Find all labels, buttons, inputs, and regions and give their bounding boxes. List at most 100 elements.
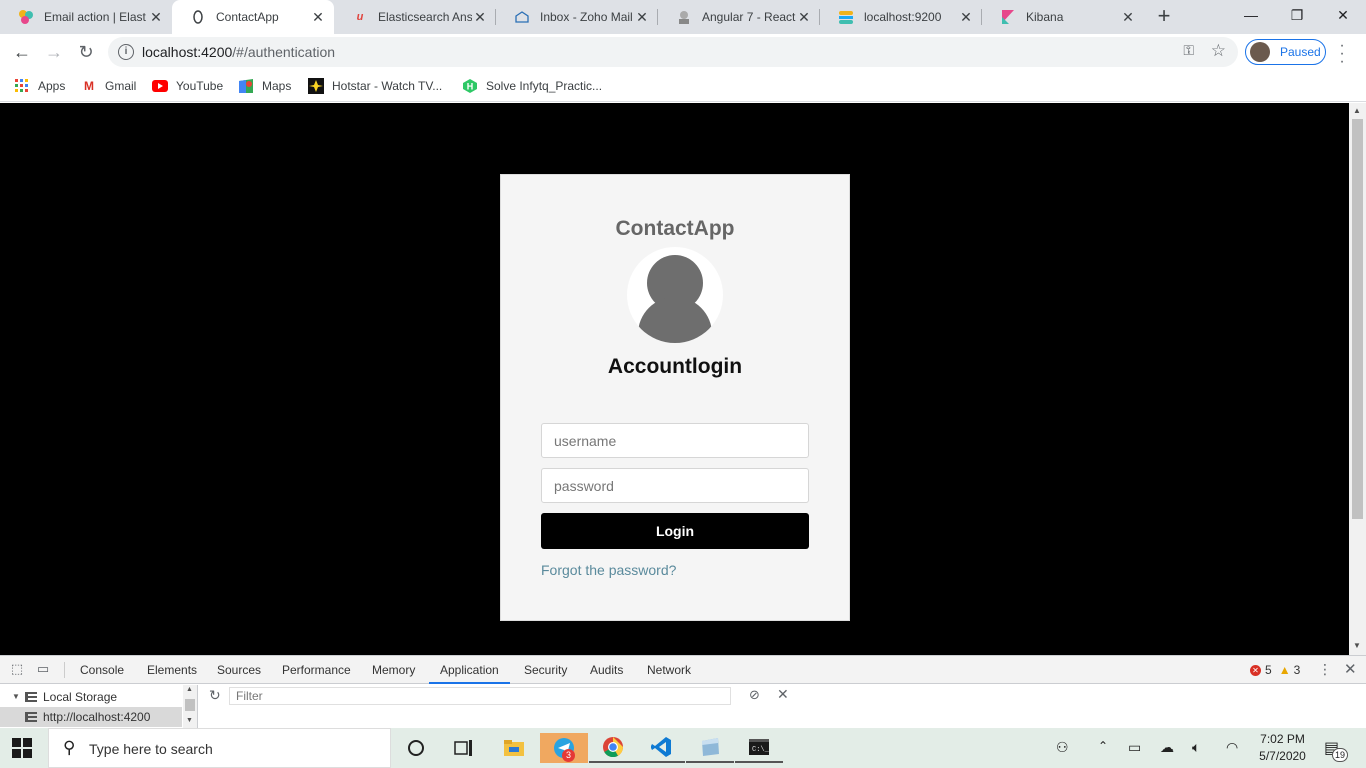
bookmark-gmail[interactable]: M Gmail: [81, 76, 136, 96]
devtools-tab-sources[interactable]: Sources: [217, 656, 261, 684]
task-view-icon[interactable]: [440, 733, 488, 763]
devtools-tab-audits[interactable]: Audits: [590, 656, 623, 684]
device-toggle-icon[interactable]: ▭: [34, 661, 52, 679]
gmail-icon: M: [84, 79, 94, 93]
udemy-icon: u: [356, 11, 364, 23]
tab-angular-reactive[interactable]: Angular 7 - Reactiv ✕: [658, 0, 820, 34]
file-explorer-icon[interactable]: [490, 733, 538, 763]
refresh-icon[interactable]: ↻: [209, 687, 221, 704]
warning-count: 3: [1293, 663, 1301, 677]
bookmark-apps[interactable]: Apps: [14, 76, 65, 96]
star-icon[interactable]: ☆: [1211, 41, 1226, 61]
close-icon[interactable]: ✕: [1120, 9, 1136, 25]
onedrive-icon[interactable]: ☁: [1160, 739, 1174, 756]
chrome-icon[interactable]: [589, 733, 637, 763]
profile-button[interactable]: Paused: [1245, 39, 1326, 65]
close-window-button[interactable]: ✕: [1320, 0, 1366, 30]
reload-button[interactable]: ↻: [72, 38, 100, 66]
application-sidebar: ▼ Local Storage http://localhost:4200 ▲ …: [0, 685, 198, 729]
taskbar-search[interactable]: ⚲ Type here to search: [48, 728, 391, 768]
url-text[interactable]: localhost:4200/#/authentication: [142, 44, 335, 60]
bookmark-hotstar[interactable]: Hotstar - Watch TV...: [308, 76, 442, 96]
vscode-icon[interactable]: [637, 733, 685, 763]
devtools-tab-memory[interactable]: Memory: [372, 656, 415, 684]
close-icon[interactable]: ✕: [310, 9, 326, 25]
devtools-tab-network[interactable]: Network: [647, 656, 691, 684]
clock[interactable]: 7:02 PM 5/7/2020: [1250, 731, 1315, 765]
search-placeholder: Type here to search: [89, 741, 213, 757]
devtools-tab-application[interactable]: Application: [429, 656, 510, 684]
tab-zoho-mail[interactable]: Inbox - Zoho Mail ✕: [496, 0, 658, 34]
devtools-close-icon[interactable]: ✕: [1344, 660, 1357, 678]
console-status[interactable]: ✕ 5 ▲ 3: [1250, 663, 1300, 677]
restore-button[interactable]: ❐: [1274, 0, 1320, 30]
delete-selected-icon[interactable]: ✕: [777, 686, 789, 703]
tab-kibana[interactable]: Kibana ✕: [982, 0, 1144, 34]
bookmark-maps[interactable]: Maps: [238, 76, 291, 96]
people-icon[interactable]: ⚇: [1056, 739, 1069, 756]
info-icon[interactable]: i: [118, 44, 134, 60]
devtools-tab-elements[interactable]: Elements: [147, 656, 197, 684]
devtools-panel: ⬚ ▭ Console Elements Sources Performance…: [0, 655, 1366, 729]
profile-status: Paused: [1280, 45, 1321, 59]
key-icon[interactable]: ⚿: [1183, 42, 1194, 59]
scrollbar-thumb[interactable]: [1352, 119, 1363, 519]
forward-button[interactable]: →: [40, 38, 68, 66]
wifi-icon[interactable]: ◠: [1226, 739, 1238, 756]
username-input[interactable]: [541, 423, 809, 458]
sidebar-scrollbar[interactable]: ▲ ▼: [183, 685, 197, 729]
notification-badge: 3: [562, 749, 575, 762]
scroll-down-icon[interactable]: ▼: [186, 717, 193, 724]
tab-title: Email action | Elast: [44, 10, 146, 24]
close-icon[interactable]: ✕: [148, 9, 164, 25]
elastic-icon: [18, 9, 34, 25]
devtools-tab-console[interactable]: Console: [80, 656, 124, 684]
close-icon[interactable]: ✕: [796, 9, 812, 25]
menu-dots-icon[interactable]: · · ·: [1336, 38, 1348, 70]
bookmark-youtube[interactable]: YouTube: [152, 76, 223, 96]
close-icon[interactable]: ✕: [472, 9, 488, 25]
battery-icon[interactable]: ▭: [1128, 739, 1141, 756]
clear-all-icon[interactable]: ⊘: [749, 687, 760, 703]
tree-origin-localhost[interactable]: http://localhost:4200: [0, 707, 182, 727]
bookmark-infytq[interactable]: H Solve Infytq_Practic...: [462, 76, 602, 96]
warning-icon: ▲: [1278, 663, 1291, 677]
scroll-up-icon[interactable]: ▲: [186, 686, 193, 693]
tab-elasticsearch-answers[interactable]: u Elasticsearch Answ ✕: [334, 0, 496, 34]
chevron-up-icon[interactable]: ⌃: [1098, 739, 1108, 753]
tab-email-action[interactable]: Email action | Elast ✕: [0, 0, 172, 34]
tab-contactapp[interactable]: ContactApp ✕: [172, 0, 334, 34]
filter-input[interactable]: Filter: [229, 687, 731, 705]
app-title: ContactApp: [615, 217, 735, 240]
windows-start-icon[interactable]: [12, 738, 32, 758]
cortana-icon[interactable]: [392, 733, 440, 763]
minimize-button[interactable]: —: [1228, 0, 1274, 30]
password-input[interactable]: [541, 468, 809, 503]
close-icon[interactable]: ✕: [958, 9, 974, 25]
page-scrollbar[interactable]: ▲ ▼: [1349, 103, 1366, 655]
volume-icon[interactable]: 🔈︎: [1192, 739, 1200, 756]
maps-icon: [238, 78, 254, 94]
devtools-tab-performance[interactable]: Performance: [282, 656, 351, 684]
address-bar[interactable]: i localhost:4200/#/authentication ⚿ ☆: [108, 37, 1238, 67]
inspect-element-icon[interactable]: ⬚: [8, 661, 26, 679]
scroll-up-icon[interactable]: ▲: [1353, 106, 1361, 115]
close-icon[interactable]: ✕: [634, 9, 650, 25]
notification-count: 19: [1332, 748, 1348, 762]
back-button[interactable]: ←: [8, 38, 36, 66]
tab-localhost-9200[interactable]: localhost:9200 ✕: [820, 0, 982, 34]
tab-strip: Email action | Elast ✕ ContactApp ✕ u El…: [0, 0, 1366, 34]
devtools-menu-icon[interactable]: ⋮: [1318, 661, 1332, 678]
login-button[interactable]: Login: [541, 513, 809, 549]
tree-local-storage[interactable]: ▼ Local Storage: [0, 687, 117, 707]
scroll-down-icon[interactable]: ▼: [1353, 641, 1361, 650]
command-prompt-icon[interactable]: C:\_: [735, 733, 783, 763]
devtools-tab-security[interactable]: Security: [524, 656, 567, 684]
app-icon[interactable]: [686, 733, 734, 763]
windows-taskbar: ⚲ Type here to search 3 C:\_ ⚇ ⌃ ▭ ☁ 🔈︎ …: [0, 728, 1366, 768]
new-tab-button[interactable]: +: [1152, 5, 1176, 29]
telegram-icon[interactable]: 3: [540, 733, 588, 763]
mail-icon: [514, 9, 530, 25]
forgot-password-link[interactable]: Forgot the password?: [541, 562, 676, 578]
caret-down-icon[interactable]: ▼: [10, 687, 22, 707]
